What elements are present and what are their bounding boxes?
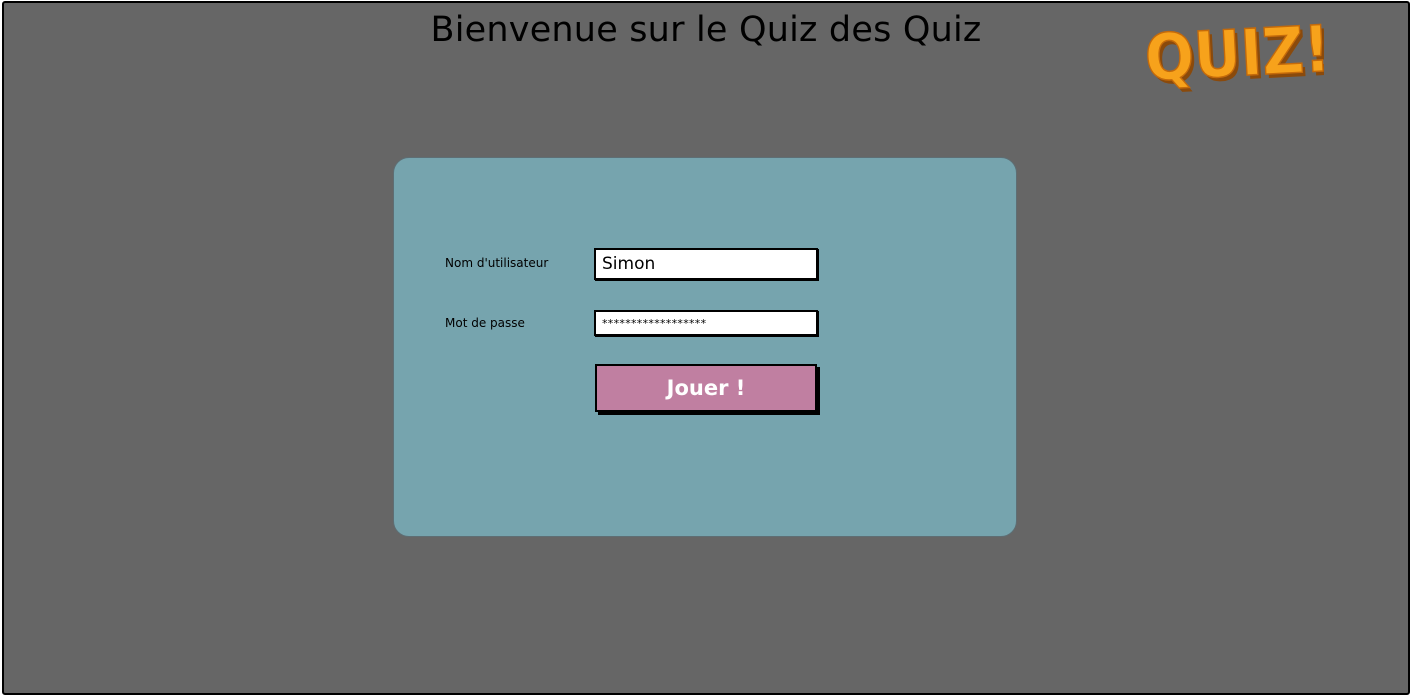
username-label: Nom d'utilisateur (445, 256, 549, 270)
login-panel: Nom d'utilisateur Mot de passe *********… (393, 157, 1017, 537)
quiz-logo: QUIZ! QUIZ! (1134, 6, 1335, 100)
password-input[interactable]: ****************** (594, 310, 818, 336)
password-label: Mot de passe (445, 316, 525, 330)
play-button[interactable]: Jouer ! (595, 364, 817, 412)
username-input[interactable] (594, 248, 818, 280)
svg-text:QUIZ!: QUIZ! (1143, 12, 1324, 96)
